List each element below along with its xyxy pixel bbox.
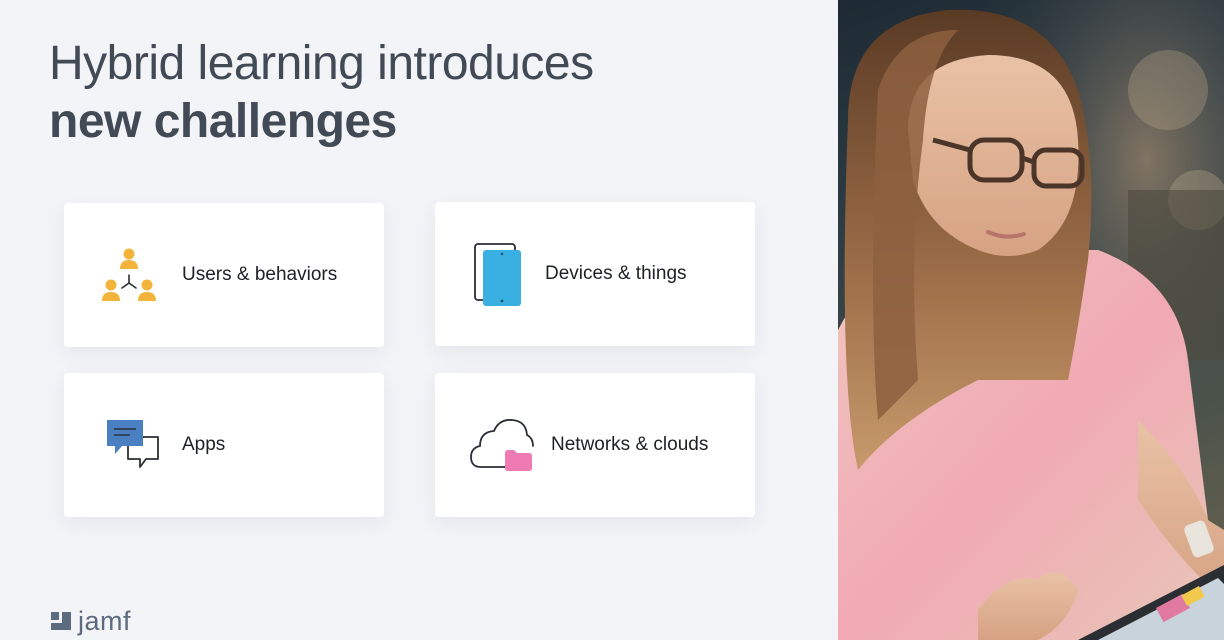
card-label: Networks & clouds	[551, 434, 709, 455]
jamf-logo-icon	[51, 612, 71, 630]
card-label: Users & behaviors	[182, 264, 338, 285]
page-title: Hybrid learning introduces new challenge…	[49, 36, 594, 152]
title-line-1: Hybrid learning introduces	[49, 37, 594, 90]
card-label: Apps	[182, 434, 226, 455]
chat-bubbles-icon	[107, 420, 159, 468]
card-networks-clouds: Networks & clouds	[435, 373, 755, 517]
jamf-logo: jamf	[50, 606, 131, 636]
users-network-icon	[102, 248, 156, 301]
card-apps: Apps	[64, 373, 384, 517]
jamf-wordmark: jamf	[78, 606, 132, 636]
card-users-behaviors: Users & behaviors	[64, 203, 384, 347]
photo-illustration	[838, 0, 1224, 640]
title-line-2: new challenges	[49, 95, 397, 148]
card-label: Devices & things	[545, 263, 687, 284]
tablet-device-icon	[474, 243, 521, 306]
woman-with-tablet-photo	[838, 0, 1224, 640]
card-devices-things: Devices & things	[435, 202, 755, 346]
cloud-folder-icon	[470, 419, 534, 471]
content-panel: Hybrid learning introduces new challenge…	[0, 0, 838, 640]
